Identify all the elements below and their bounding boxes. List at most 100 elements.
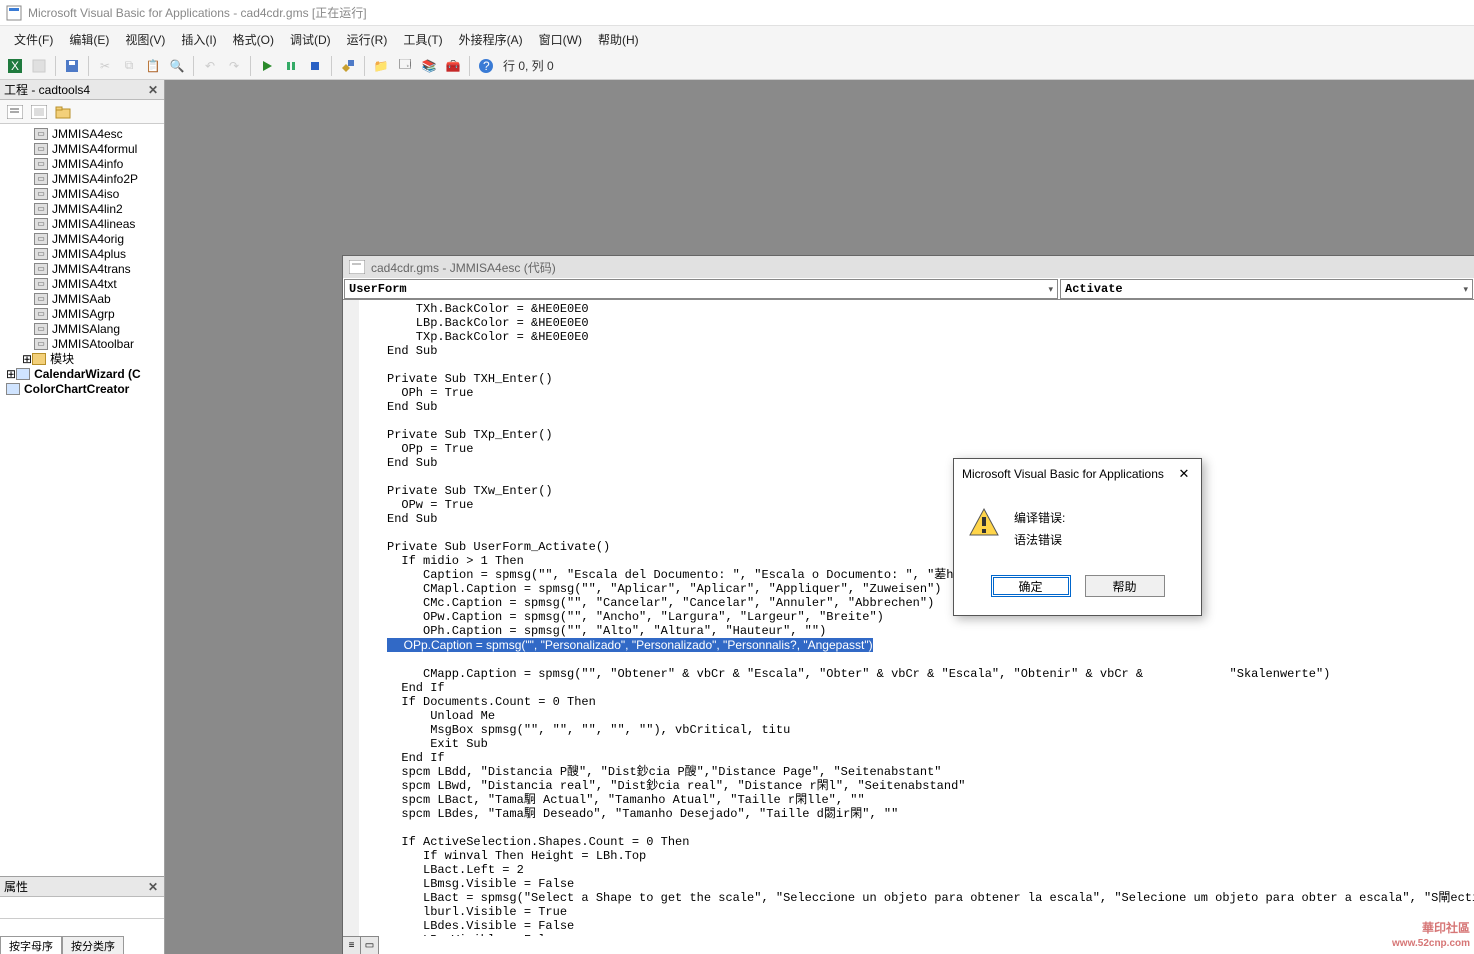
project-panel-toolbar (0, 100, 164, 124)
menu-item[interactable]: 编辑(E) (63, 29, 115, 50)
properties-tab[interactable]: 按分类序 (62, 936, 124, 954)
form-icon: ▭ (34, 218, 48, 230)
chevron-down-icon: ▾ (1463, 284, 1468, 295)
project-explorer-icon[interactable]: 📁 (370, 55, 392, 77)
tree-item[interactable]: ▭JMMISA4trans (0, 261, 164, 276)
form-icon: ▭ (34, 338, 48, 350)
tree-project[interactable]: ColorChartCreator (0, 381, 164, 396)
properties-tabs: 按字母序按分类序 (0, 936, 164, 954)
tree-item[interactable]: ▭JMMISA4txt (0, 276, 164, 291)
close-icon[interactable]: ✕ (146, 880, 160, 894)
view-code-icon[interactable] (4, 101, 26, 123)
project-icon (16, 368, 30, 380)
ok-button[interactable]: 确定 (991, 575, 1071, 597)
form-icon: ▭ (34, 323, 48, 335)
tree-item[interactable]: ▭JMMISAgrp (0, 306, 164, 321)
cut-icon: ✂ (94, 55, 116, 77)
tree-item[interactable]: ▭JMMISA4lineas (0, 216, 164, 231)
undo-icon: ↶ (199, 55, 221, 77)
mdi-area: cad4cdr.gms - JMMISA4esc (代码) UserForm▾ … (165, 80, 1474, 954)
tree-item[interactable]: ▭JMMISA4orig (0, 231, 164, 246)
copy-icon: ⧉ (118, 55, 140, 77)
properties-panel-title: 属性 (4, 878, 28, 895)
menu-item[interactable]: 工具(T) (397, 29, 448, 50)
tree-item[interactable]: ▭JMMISA4plus (0, 246, 164, 261)
tree-project[interactable]: ⊞ CalendarWizard (C (0, 366, 164, 381)
code-dropdowns: UserForm▾ Activate▾ (343, 278, 1474, 300)
run-icon[interactable] (256, 55, 278, 77)
menu-item[interactable]: 调试(D) (284, 29, 337, 50)
window-titlebar: Microsoft Visual Basic for Applications … (0, 0, 1474, 26)
close-icon[interactable]: ✕ (146, 83, 160, 97)
menu-item[interactable]: 外接程序(A) (453, 29, 529, 50)
close-icon[interactable]: ✕ (1175, 466, 1193, 482)
break-icon[interactable] (280, 55, 302, 77)
form-icon: ▭ (34, 263, 48, 275)
project-icon (6, 383, 20, 395)
view-excel-icon[interactable]: X (4, 55, 26, 77)
properties-tab[interactable]: 按字母序 (0, 936, 62, 954)
warning-icon (968, 507, 1000, 539)
dialog-message: 编译错误: 语法错误 (1014, 507, 1065, 551)
watermark: 華印社區 www.52cnp.com (1392, 920, 1470, 952)
main-toolbar: X ✂ ⧉ 📋 🔍 ↶ ↷ 📁 🗔 📚 🧰 ? 行 0, 列 0 (0, 52, 1474, 80)
tree-item[interactable]: ▭JMMISAab (0, 291, 164, 306)
paste-icon: 📋 (142, 55, 164, 77)
object-browser-icon[interactable]: 📚 (418, 55, 440, 77)
find-icon[interactable]: 🔍 (166, 55, 188, 77)
svg-text:X: X (11, 59, 19, 73)
folder-icon (32, 353, 46, 365)
reset-icon[interactable] (304, 55, 326, 77)
properties-selector[interactable] (0, 897, 164, 919)
tree-item[interactable]: ▭JMMISAtoolbar (0, 336, 164, 351)
help-button[interactable]: 帮助 (1085, 575, 1165, 597)
dialog-title: Microsoft Visual Basic for Applications (962, 467, 1164, 481)
properties-panel: 属性 ✕ (0, 876, 164, 936)
left-panels: 工程 - cadtools4 ✕ ▭JMMISA4esc▭JMMISA4form… (0, 80, 165, 954)
menu-item[interactable]: 视图(V) (119, 29, 171, 50)
tree-item[interactable]: ▭JMMISA4formul (0, 141, 164, 156)
dialog-titlebar[interactable]: Microsoft Visual Basic for Applications … (954, 459, 1201, 489)
view-object-icon[interactable] (28, 101, 50, 123)
design-mode-icon[interactable] (337, 55, 359, 77)
procedure-view-button[interactable]: ≡ (343, 937, 361, 954)
tree-item[interactable]: ▭JMMISA4iso (0, 186, 164, 201)
menu-item[interactable]: 文件(F) (8, 29, 59, 50)
form-icon: ▭ (34, 308, 48, 320)
tree-item[interactable]: ▭JMMISAlang (0, 321, 164, 336)
form-icon: ▭ (34, 278, 48, 290)
procedure-dropdown[interactable]: Activate▾ (1060, 279, 1473, 299)
form-icon: ▭ (34, 173, 48, 185)
chevron-down-icon: ▾ (1048, 284, 1053, 295)
menu-item[interactable]: 插入(I) (175, 29, 222, 50)
tree-item[interactable]: ▭JMMISA4esc (0, 126, 164, 141)
insert-dropdown-icon (28, 55, 50, 77)
project-tree[interactable]: ▭JMMISA4esc▭JMMISA4formul▭JMMISA4info▭JM… (0, 124, 164, 876)
tree-item[interactable]: ▭JMMISA4lin2 (0, 201, 164, 216)
form-icon: ▭ (34, 248, 48, 260)
form-icon: ▭ (34, 188, 48, 200)
tree-item[interactable]: ▭JMMISA4info2P (0, 171, 164, 186)
folder-toggle-icon[interactable] (52, 101, 74, 123)
full-module-view-button[interactable]: ▭ (361, 937, 379, 954)
tree-folder[interactable]: ⊞ 模块 (0, 351, 164, 366)
help-icon[interactable]: ? (475, 55, 497, 77)
object-dropdown[interactable]: UserForm▾ (344, 279, 1058, 299)
code-editor[interactable]: TXh.BackColor = &HE0E0E0 LBp.BackColor =… (343, 300, 1474, 936)
code-view-buttons: ≡ ▭ (343, 936, 379, 954)
form-icon: ▭ (34, 158, 48, 170)
form-icon: ▭ (34, 293, 48, 305)
toolbox-icon[interactable]: 🧰 (442, 55, 464, 77)
menu-item[interactable]: 窗口(W) (533, 29, 588, 50)
code-window: cad4cdr.gms - JMMISA4esc (代码) UserForm▾ … (342, 255, 1474, 954)
menu-item[interactable]: 帮助(H) (592, 29, 645, 50)
save-icon[interactable] (61, 55, 83, 77)
tree-item[interactable]: ▭JMMISA4info (0, 156, 164, 171)
form-icon: ▭ (34, 128, 48, 140)
properties-window-icon[interactable]: 🗔 (394, 55, 416, 77)
menu-item[interactable]: 格式(O) (227, 29, 280, 50)
project-panel-header: 工程 - cadtools4 ✕ (0, 80, 164, 100)
error-dialog: Microsoft Visual Basic for Applications … (953, 458, 1202, 616)
menu-item[interactable]: 运行(R) (341, 29, 394, 50)
form-icon: ▭ (34, 203, 48, 215)
